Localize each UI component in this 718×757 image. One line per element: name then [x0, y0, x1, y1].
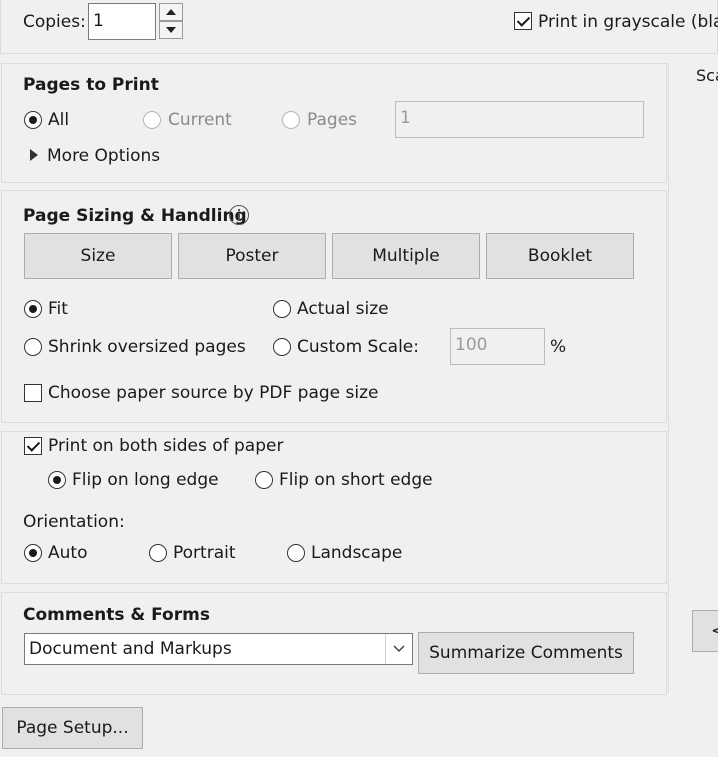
stepper-up-icon[interactable]: [159, 3, 183, 21]
more-options-label: More Options: [47, 146, 161, 166]
scale-percent-label: %: [550, 337, 567, 357]
radio-orientation-landscape[interactable]: [287, 544, 305, 562]
booklet-tab-label: Booklet: [527, 246, 593, 266]
comments-forms-selected-value: Document and Markups: [29, 639, 232, 659]
radio-all[interactable]: [24, 111, 42, 129]
comments-forms-title: Comments & Forms: [23, 605, 210, 625]
radio-fit-label: Fit: [48, 299, 68, 319]
radio-shrink-oversized[interactable]: [24, 338, 42, 356]
custom-scale-input[interactable]: 100: [450, 328, 545, 365]
radio-flip-long-edge[interactable]: [48, 471, 66, 489]
more-options-toggle[interactable]: More Options: [28, 146, 168, 168]
radio-orientation-portrait-label: Portrait: [173, 543, 236, 563]
radio-current[interactable]: [143, 111, 161, 129]
grayscale-label: Print in grayscale (black: [538, 12, 718, 32]
page-setup-label: Page Setup...: [16, 718, 129, 738]
preview-panel: [668, 63, 718, 693]
radio-flip-long-edge-label: Flip on long edge: [72, 470, 219, 490]
radio-custom-scale[interactable]: [273, 338, 291, 356]
pages-to-print-title: Pages to Print: [23, 75, 159, 95]
poster-tab-button[interactable]: Poster: [178, 233, 326, 279]
radio-pages-label: Pages: [307, 110, 358, 130]
radio-actual-size-label: Actual size: [297, 299, 389, 319]
pages-range-input[interactable]: 1: [395, 101, 644, 138]
expand-triangle-icon: [30, 149, 38, 161]
preview-prev-label: <: [711, 621, 718, 641]
stepper-down-icon[interactable]: [159, 21, 183, 39]
radio-fit[interactable]: [24, 300, 42, 318]
poster-tab-label: Poster: [225, 246, 279, 266]
summarize-comments-button[interactable]: Summarize Comments: [418, 632, 634, 674]
copies-input[interactable]: 1: [88, 3, 156, 40]
size-tab-button[interactable]: Size: [24, 233, 172, 279]
radio-orientation-landscape-label: Landscape: [311, 543, 403, 563]
paper-source-label: Choose paper source by PDF page size: [48, 383, 379, 403]
copies-stepper[interactable]: [159, 3, 183, 39]
multiple-tab-label: Multiple: [372, 246, 440, 266]
paper-source-checkbox[interactable]: [24, 384, 42, 402]
page-sizing-title: Page Sizing & Handling: [23, 206, 247, 226]
radio-flip-short-edge-label: Flip on short edge: [279, 470, 433, 490]
radio-actual-size[interactable]: [273, 300, 291, 318]
radio-custom-scale-label: Custom Scale:: [297, 337, 419, 357]
radio-orientation-auto[interactable]: [24, 544, 42, 562]
preview-scale-label: Sca: [696, 66, 718, 85]
page-setup-button[interactable]: Page Setup...: [2, 707, 143, 749]
radio-pages[interactable]: [282, 111, 300, 129]
summarize-comments-label: Summarize Comments: [429, 643, 623, 663]
comments-forms-select[interactable]: Document and Markups: [24, 633, 413, 665]
preview-prev-button[interactable]: <: [692, 610, 718, 652]
radio-shrink-oversized-label: Shrink oversized pages: [48, 337, 246, 357]
booklet-tab-button[interactable]: Booklet: [486, 233, 634, 279]
info-icon[interactable]: [229, 205, 249, 225]
orientation-label: Orientation:: [23, 512, 125, 532]
copies-label: Copies:: [23, 12, 86, 32]
duplex-label: Print on both sides of paper: [48, 436, 284, 456]
radio-flip-short-edge[interactable]: [255, 471, 273, 489]
radio-orientation-portrait[interactable]: [149, 544, 167, 562]
duplex-checkbox[interactable]: [24, 437, 42, 455]
radio-current-label: Current: [168, 110, 232, 130]
grayscale-checkbox[interactable]: [514, 12, 532, 30]
chevron-down-icon: [393, 645, 405, 653]
multiple-tab-button[interactable]: Multiple: [332, 233, 480, 279]
size-tab-label: Size: [80, 246, 116, 266]
radio-orientation-auto-label: Auto: [48, 543, 88, 563]
radio-all-label: All: [48, 110, 70, 130]
